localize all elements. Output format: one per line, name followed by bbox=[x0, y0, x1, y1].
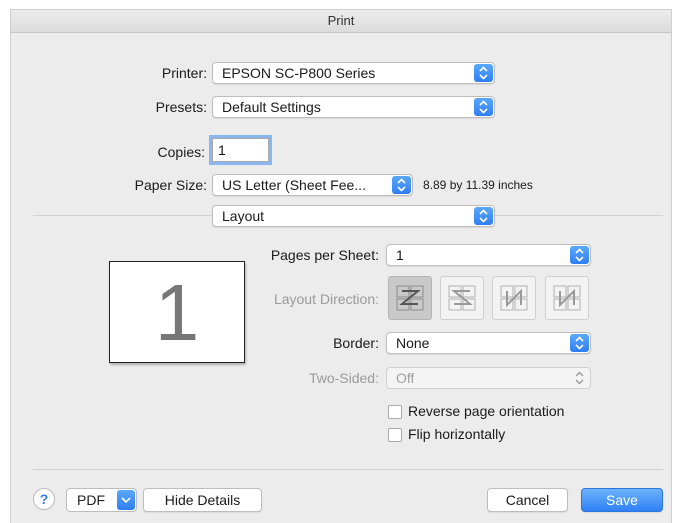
save-button[interactable]: Save bbox=[581, 488, 663, 512]
presets-label: Presets: bbox=[155, 99, 207, 115]
border-label: Border: bbox=[333, 335, 379, 351]
layout-direction-z-button[interactable] bbox=[388, 276, 432, 320]
border-value: None bbox=[396, 335, 430, 351]
copies-label: Copies: bbox=[157, 144, 205, 160]
reverse-z-order-icon bbox=[448, 285, 476, 311]
footer-separator bbox=[33, 469, 663, 470]
pages-per-sheet-label: Pages per Sheet: bbox=[270, 247, 379, 263]
section-value: Layout bbox=[222, 208, 265, 224]
flip-horizontally-label: Flip horizontally bbox=[408, 426, 506, 442]
pdf-label: PDF bbox=[77, 492, 105, 508]
preview-page-number: 1 bbox=[154, 268, 200, 357]
chevron-down-icon bbox=[117, 490, 135, 510]
n-order-icon bbox=[500, 285, 528, 311]
two-sided-value: Off bbox=[396, 370, 415, 386]
layout-direction-n-button[interactable] bbox=[492, 276, 536, 320]
hide-details-button[interactable]: Hide Details bbox=[143, 488, 262, 512]
updown-arrows-icon bbox=[570, 246, 589, 264]
border-popup[interactable]: None bbox=[386, 332, 591, 354]
updown-arrows-icon bbox=[570, 369, 589, 387]
two-sided-popup[interactable]: Off bbox=[386, 367, 591, 389]
printer-label: Printer: bbox=[161, 65, 207, 81]
updown-arrows-icon bbox=[570, 334, 589, 352]
window-title: Print bbox=[11, 10, 671, 33]
section-popup[interactable]: Layout bbox=[212, 205, 495, 227]
z-order-icon bbox=[396, 285, 424, 311]
help-button[interactable]: ? bbox=[33, 488, 55, 510]
updown-arrows-icon bbox=[392, 176, 411, 194]
printer-popup[interactable]: EPSON SC-P800 Series bbox=[212, 62, 495, 84]
presets-popup[interactable]: Default Settings bbox=[212, 96, 495, 118]
print-dialog: Print Printer: EPSON SC-P800 Series Pres… bbox=[10, 9, 672, 523]
layout-direction-reverse-n-button[interactable] bbox=[545, 276, 589, 320]
paper-dimensions: 8.89 by 11.39 inches bbox=[423, 178, 533, 192]
cancel-button[interactable]: Cancel bbox=[487, 488, 568, 512]
paper-size-value: US Letter (Sheet Fee... bbox=[222, 177, 366, 193]
reverse-n-order-icon bbox=[553, 285, 581, 311]
updown-arrows-icon bbox=[474, 98, 493, 116]
paper-size-label: Paper Size: bbox=[134, 177, 207, 193]
two-sided-label: Two-Sided: bbox=[308, 370, 379, 386]
layout-direction-reverse-z-button[interactable] bbox=[440, 276, 484, 320]
paper-size-popup[interactable]: US Letter (Sheet Fee... bbox=[212, 174, 413, 196]
page-preview: 1 bbox=[109, 261, 245, 363]
updown-arrows-icon bbox=[474, 207, 493, 225]
reverse-orientation-checkbox[interactable] bbox=[388, 405, 402, 419]
pages-per-sheet-popup[interactable]: 1 bbox=[386, 244, 591, 266]
printer-value: EPSON SC-P800 Series bbox=[222, 65, 376, 81]
pages-per-sheet-value: 1 bbox=[396, 247, 404, 263]
flip-horizontally-checkbox[interactable] bbox=[388, 428, 402, 442]
copies-field[interactable] bbox=[209, 135, 272, 165]
layout-direction-label: Layout Direction: bbox=[273, 291, 379, 307]
reverse-orientation-label: Reverse page orientation bbox=[408, 403, 565, 419]
pdf-menu-button[interactable]: PDF bbox=[66, 488, 137, 512]
updown-arrows-icon bbox=[474, 64, 493, 82]
presets-value: Default Settings bbox=[222, 99, 321, 115]
